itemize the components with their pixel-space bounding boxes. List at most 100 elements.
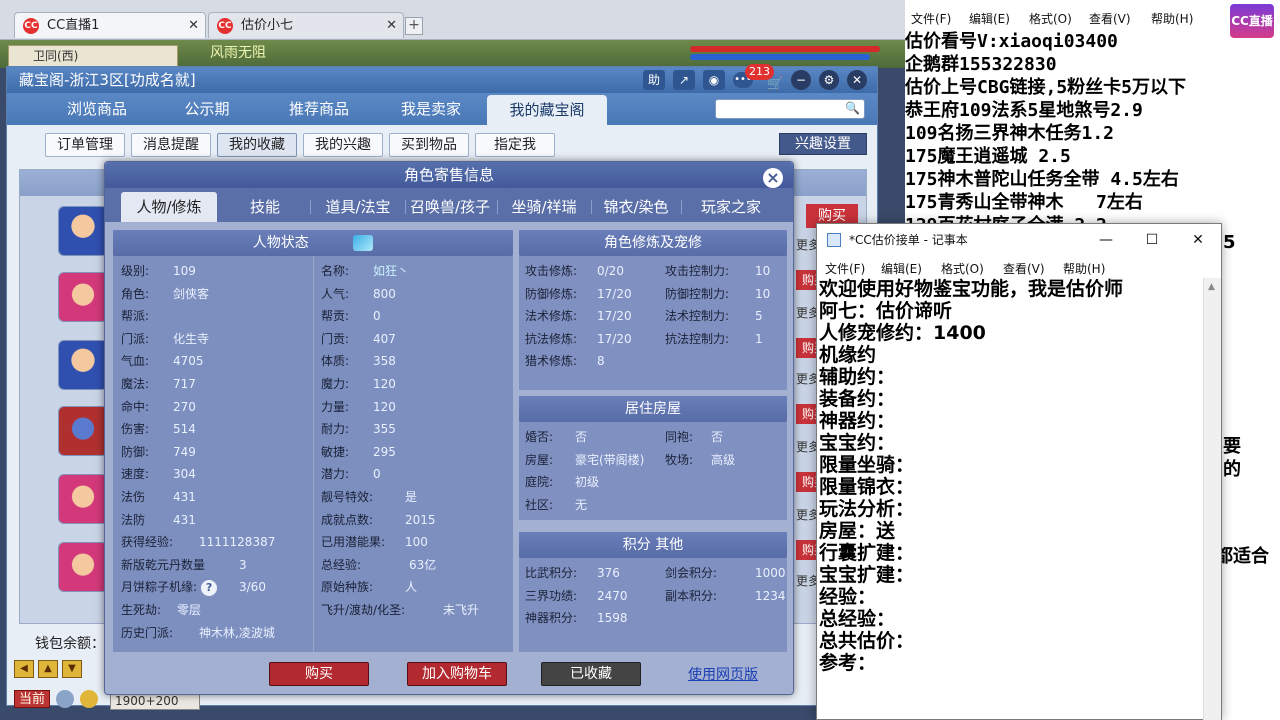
- game-location: 卫同(西): [8, 45, 178, 67]
- detail-value: 高级: [711, 452, 736, 467]
- tab-mounts[interactable]: 坐骑/祥瑞: [499, 192, 589, 222]
- subnav-bought[interactable]: 买到物品: [389, 133, 469, 157]
- tab-pets[interactable]: 召唤兽/孩子: [405, 192, 495, 222]
- close-icon[interactable]: ✕: [847, 70, 867, 90]
- arrow-up-icon[interactable]: ▲: [38, 660, 58, 678]
- detail-row: 婚否: 否: [525, 426, 659, 448]
- hp-bar: [690, 46, 880, 52]
- arrow-down-icon[interactable]: ▼: [62, 660, 82, 678]
- menu-help[interactable]: 帮助(H): [1151, 10, 1193, 27]
- gear-icon[interactable]: ⚙: [819, 70, 839, 90]
- status-row: 法防 431: [121, 509, 311, 531]
- role-avatar[interactable]: [58, 542, 108, 592]
- detail-row: 三界功绩: 2470: [525, 585, 659, 607]
- status-value: 2015: [405, 512, 436, 527]
- subnav-orders[interactable]: 订单管理: [45, 133, 125, 157]
- minimize-icon[interactable]: −: [791, 70, 811, 90]
- menu-file[interactable]: 文件(F): [911, 10, 951, 27]
- scrollbar[interactable]: ▲: [1203, 278, 1221, 720]
- menu-edit[interactable]: 编辑(E): [881, 260, 922, 277]
- tab-character[interactable]: 人物/修炼: [121, 192, 217, 222]
- help-icon[interactable]: ?: [201, 579, 218, 596]
- status-label: 气血:: [121, 354, 150, 369]
- share-icon[interactable]: ↗: [673, 70, 695, 90]
- status-label: 级别:: [121, 264, 150, 278]
- buy-button[interactable]: 购买: [269, 662, 369, 686]
- emoji-icon[interactable]: [80, 690, 98, 708]
- detail-label: 比武积分:: [525, 566, 578, 580]
- menu-edit[interactable]: 编辑(E): [969, 10, 1010, 27]
- detail-value: 0/20: [597, 264, 624, 278]
- detail-value: 376: [597, 566, 620, 580]
- text-fragment: 5: [1223, 232, 1236, 253]
- notepad-line: 参考：: [819, 652, 877, 674]
- role-avatar[interactable]: [58, 206, 108, 256]
- menu-format[interactable]: 格式(O): [1029, 10, 1072, 27]
- role-avatar[interactable]: [58, 340, 108, 390]
- favorited-button[interactable]: 已收藏: [541, 662, 641, 686]
- subnav-assigned[interactable]: 指定我: [475, 133, 555, 157]
- messages-button[interactable]: ••• 213 🛒: [733, 64, 783, 92]
- menu-view[interactable]: 查看(V): [1089, 10, 1131, 27]
- status-row: 潜力: 0: [321, 463, 511, 485]
- tab-home[interactable]: 玩家之家: [685, 192, 777, 222]
- status-label: 人气:: [321, 286, 350, 301]
- scroll-up-icon[interactable]: ▲: [1208, 282, 1215, 292]
- nav-browse[interactable]: 浏览商品: [47, 93, 147, 125]
- use-web-version-link[interactable]: 使用网页版: [688, 664, 758, 684]
- status-value: 3/60: [239, 580, 266, 595]
- status-label: 帮派:: [121, 309, 150, 324]
- browser-tab-bar: CC CC直播1 ✕ CC 估价小七 ✕ +: [0, 0, 905, 40]
- subnav-notifications[interactable]: 消息提醒: [131, 133, 211, 157]
- arrow-left-icon[interactable]: ◀: [14, 660, 34, 678]
- tab-skills[interactable]: 技能: [225, 192, 305, 222]
- subnav-interests[interactable]: 我的兴趣: [303, 133, 383, 157]
- close-icon[interactable]: ✕: [188, 13, 199, 39]
- stop-icon[interactable]: ◉: [703, 70, 725, 90]
- menu-view[interactable]: 查看(V): [1003, 260, 1045, 277]
- maximize-icon[interactable]: ☐: [1129, 224, 1175, 256]
- nav-public[interactable]: 公示期: [157, 93, 257, 125]
- close-icon[interactable]: ×: [763, 168, 783, 188]
- close-icon[interactable]: ✕: [1175, 224, 1221, 256]
- tab-items[interactable]: 道具/法宝: [313, 192, 403, 222]
- status-row: 魔力: 120: [321, 373, 511, 395]
- browser-tab-cc-live[interactable]: CC CC直播1 ✕: [14, 12, 206, 38]
- menu-format[interactable]: 格式(O): [941, 260, 984, 277]
- search-icon[interactable]: 🔍: [845, 101, 860, 115]
- notepad-line: 限量坐骑：: [819, 454, 915, 476]
- tab-outfits[interactable]: 锦衣/染色: [593, 192, 679, 222]
- notepad-back-text[interactable]: 估价看号V:xiaoqi03400 企鹅群155322830 估价上号CBG链接,5…: [905, 30, 1280, 237]
- status-row: 法伤 431: [121, 486, 311, 508]
- detail-value: 无: [575, 497, 588, 512]
- browser-tab-appraiser[interactable]: CC 估价小七 ✕: [208, 12, 404, 38]
- minimize-icon[interactable]: —: [1083, 224, 1129, 256]
- role-avatar[interactable]: [58, 272, 108, 322]
- interest-settings-button[interactable]: 兴趣设置: [779, 133, 867, 155]
- menu-file[interactable]: 文件(F): [825, 260, 865, 277]
- detail-label: 婚否:: [525, 430, 554, 444]
- nav-seller[interactable]: 我是卖家: [381, 93, 481, 125]
- tab-divider: [591, 200, 592, 214]
- status-value: 未飞升: [443, 603, 480, 617]
- menu-help[interactable]: 帮助(H): [1063, 260, 1105, 277]
- new-tab-button[interactable]: +: [405, 17, 423, 35]
- role-avatar[interactable]: [58, 406, 108, 456]
- nav-my-cbg[interactable]: 我的藏宝阁: [487, 95, 607, 125]
- search-input[interactable]: 🔍: [715, 99, 865, 119]
- subnav-favorites[interactable]: 我的收藏: [217, 133, 297, 157]
- add-to-cart-button[interactable]: 加入购物车: [407, 662, 507, 686]
- status-label: 耐力:: [321, 422, 350, 437]
- nav-recommended[interactable]: 推荐商品: [269, 93, 369, 125]
- help-button[interactable]: 助: [643, 70, 665, 90]
- channel-current[interactable]: 当前: [14, 690, 50, 708]
- status-value: 355: [373, 422, 396, 437]
- detail-row: 社区: 无: [525, 494, 659, 516]
- role-avatar[interactable]: [58, 474, 108, 524]
- microphone-icon[interactable]: [56, 690, 74, 708]
- notepad-text-area[interactable]: 欢迎使用好物鉴宝功能，我是估价师 阿七：估价谛听 人修宠修约：1400 机缘约 辅助约：…: [817, 278, 1203, 720]
- status-row: 总经验: 63亿: [321, 554, 511, 576]
- close-icon[interactable]: ✕: [386, 13, 397, 39]
- notepad-line: 装备约：: [819, 388, 896, 410]
- notepad-icon: [827, 233, 841, 247]
